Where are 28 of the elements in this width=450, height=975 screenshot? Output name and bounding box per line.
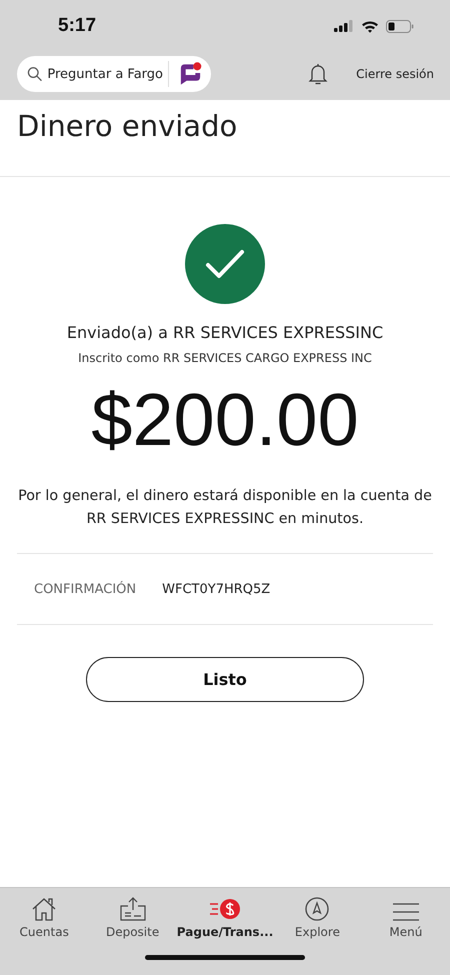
search-field[interactable]: Preguntar a Fargo	[17, 56, 211, 92]
compass-icon	[304, 896, 330, 922]
wifi-icon	[361, 20, 379, 32]
battery-icon	[386, 20, 414, 32]
tab-bar-item[interactable]: Explore	[273, 893, 362, 939]
tab-bar-item[interactable]: Menú	[362, 893, 450, 939]
tab-bar-item[interactable]: Cuentas	[0, 893, 88, 939]
menu-icon	[392, 902, 420, 922]
logout-link[interactable]: Cierre sesión	[356, 67, 434, 81]
deposit-check-icon	[118, 896, 147, 922]
search-placeholder: Preguntar a Fargo	[47, 66, 164, 82]
confirmation-code: WFCT0Y7HRQ5Z	[162, 582, 270, 596]
signal-icon	[334, 20, 354, 32]
amount-text: $200.00	[91, 377, 359, 463]
enrolled-name-text: Inscrito como RR SERVICES CARGO EXPRESS INC	[78, 351, 372, 365]
availability-message: Por lo general, el dinero estará disponible en la cuenta de RR SERVICES EXPRESSINC en minutos.	[17, 487, 433, 529]
status-time: 5:17	[58, 15, 96, 37]
tab-bar-item[interactable]: Pague/Trans...	[176, 893, 274, 939]
search-icon	[27, 66, 42, 82]
house-icon	[31, 896, 58, 922]
confirmation-label: CONFIRMACIÓN	[34, 582, 136, 596]
dollar-coin-icon	[208, 896, 242, 922]
notification-bell-icon[interactable]	[308, 62, 328, 86]
done-button[interactable]: Listo	[86, 657, 364, 702]
tab-bar-item[interactable]: Deposite	[88, 893, 177, 939]
recipient-text: Enviado(a) a RR SERVICES EXPRESSINC	[66, 323, 384, 342]
success-check-icon	[184, 223, 266, 305]
page-title: Dinero enviado	[17, 108, 238, 145]
